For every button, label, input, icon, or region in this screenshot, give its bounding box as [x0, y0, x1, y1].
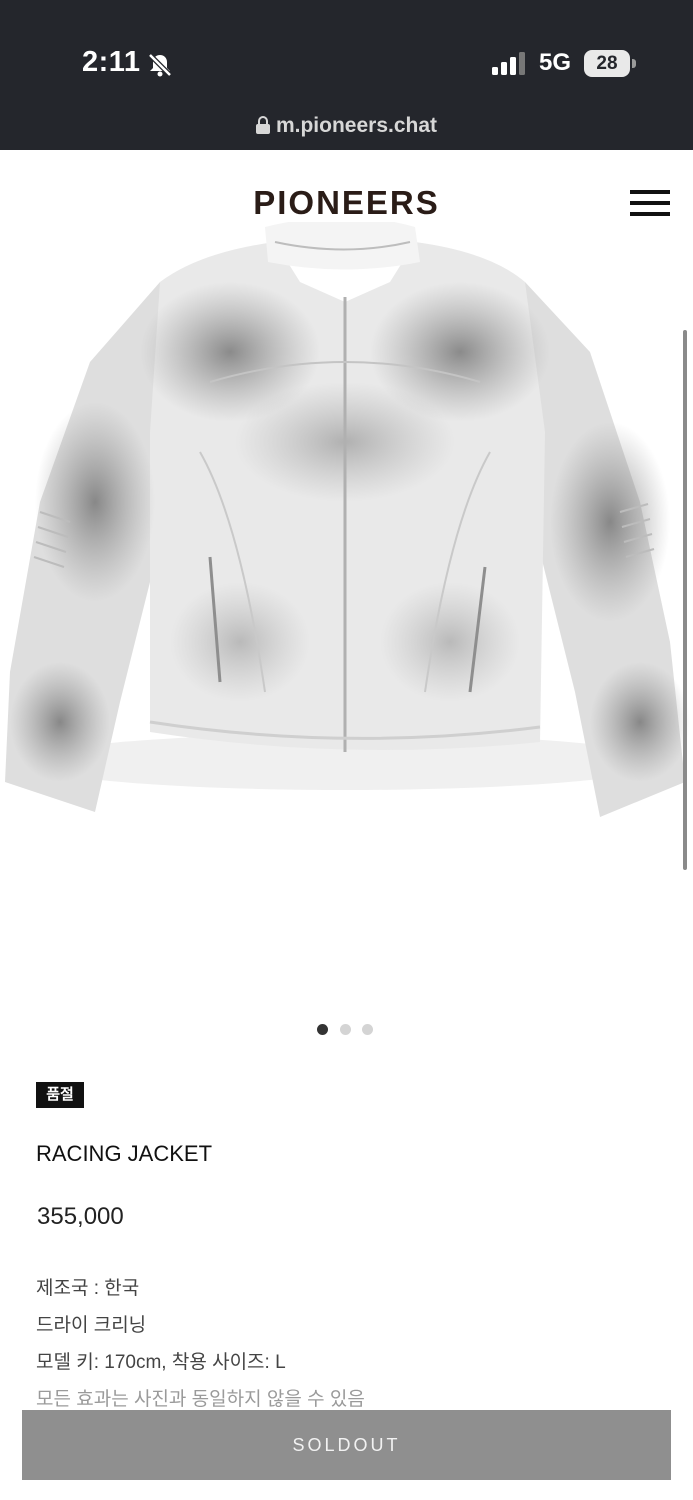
- url-text: m.pioneers.chat: [275, 114, 438, 137]
- bell-slash-icon: [148, 53, 172, 77]
- scrollbar[interactable]: [683, 330, 687, 870]
- detail-line: 제조국 : 한국: [36, 1278, 140, 1299]
- detail-line: 모델 키: 170cm, 착용 사이즈: L: [36, 1352, 286, 1373]
- menu-line: [630, 190, 670, 194]
- soldout-button[interactable]: SOLDOUT: [22, 1410, 671, 1480]
- battery-tip: [632, 59, 636, 68]
- carousel-dot-1[interactable]: [317, 1024, 328, 1035]
- menu-line: [630, 201, 670, 205]
- network-type: 5G: [539, 49, 572, 76]
- detail-line: 드라이 크리닝: [36, 1315, 147, 1336]
- lock-icon: [255, 116, 270, 134]
- soldout-badge: 품절: [36, 1082, 84, 1108]
- menu-line: [630, 212, 670, 216]
- site-logo[interactable]: PIONEERS: [0, 184, 693, 222]
- product-price: 355,000: [37, 1203, 124, 1230]
- carousel-dot-2[interactable]: [340, 1024, 351, 1035]
- carousel-dots: [317, 1024, 377, 1036]
- battery-icon: 28: [584, 50, 630, 77]
- product-details: 제조국 : 한국 드라이 크리닝 모델 키: 170cm, 착용 사이즈: L …: [36, 1270, 676, 1418]
- hamburger-menu-icon[interactable]: [630, 190, 670, 218]
- status-time: 2:11: [82, 46, 141, 78]
- carousel-dot-3[interactable]: [362, 1024, 373, 1035]
- product-name: RACING JACKET: [36, 1141, 213, 1166]
- status-bar: 2:11 5G 28 m.pioneers.chat: [0, 0, 693, 150]
- product-image[interactable]: [0, 222, 693, 822]
- cellular-signal-icon: [492, 52, 525, 75]
- url-bar[interactable]: m.pioneers.chat: [0, 114, 693, 138]
